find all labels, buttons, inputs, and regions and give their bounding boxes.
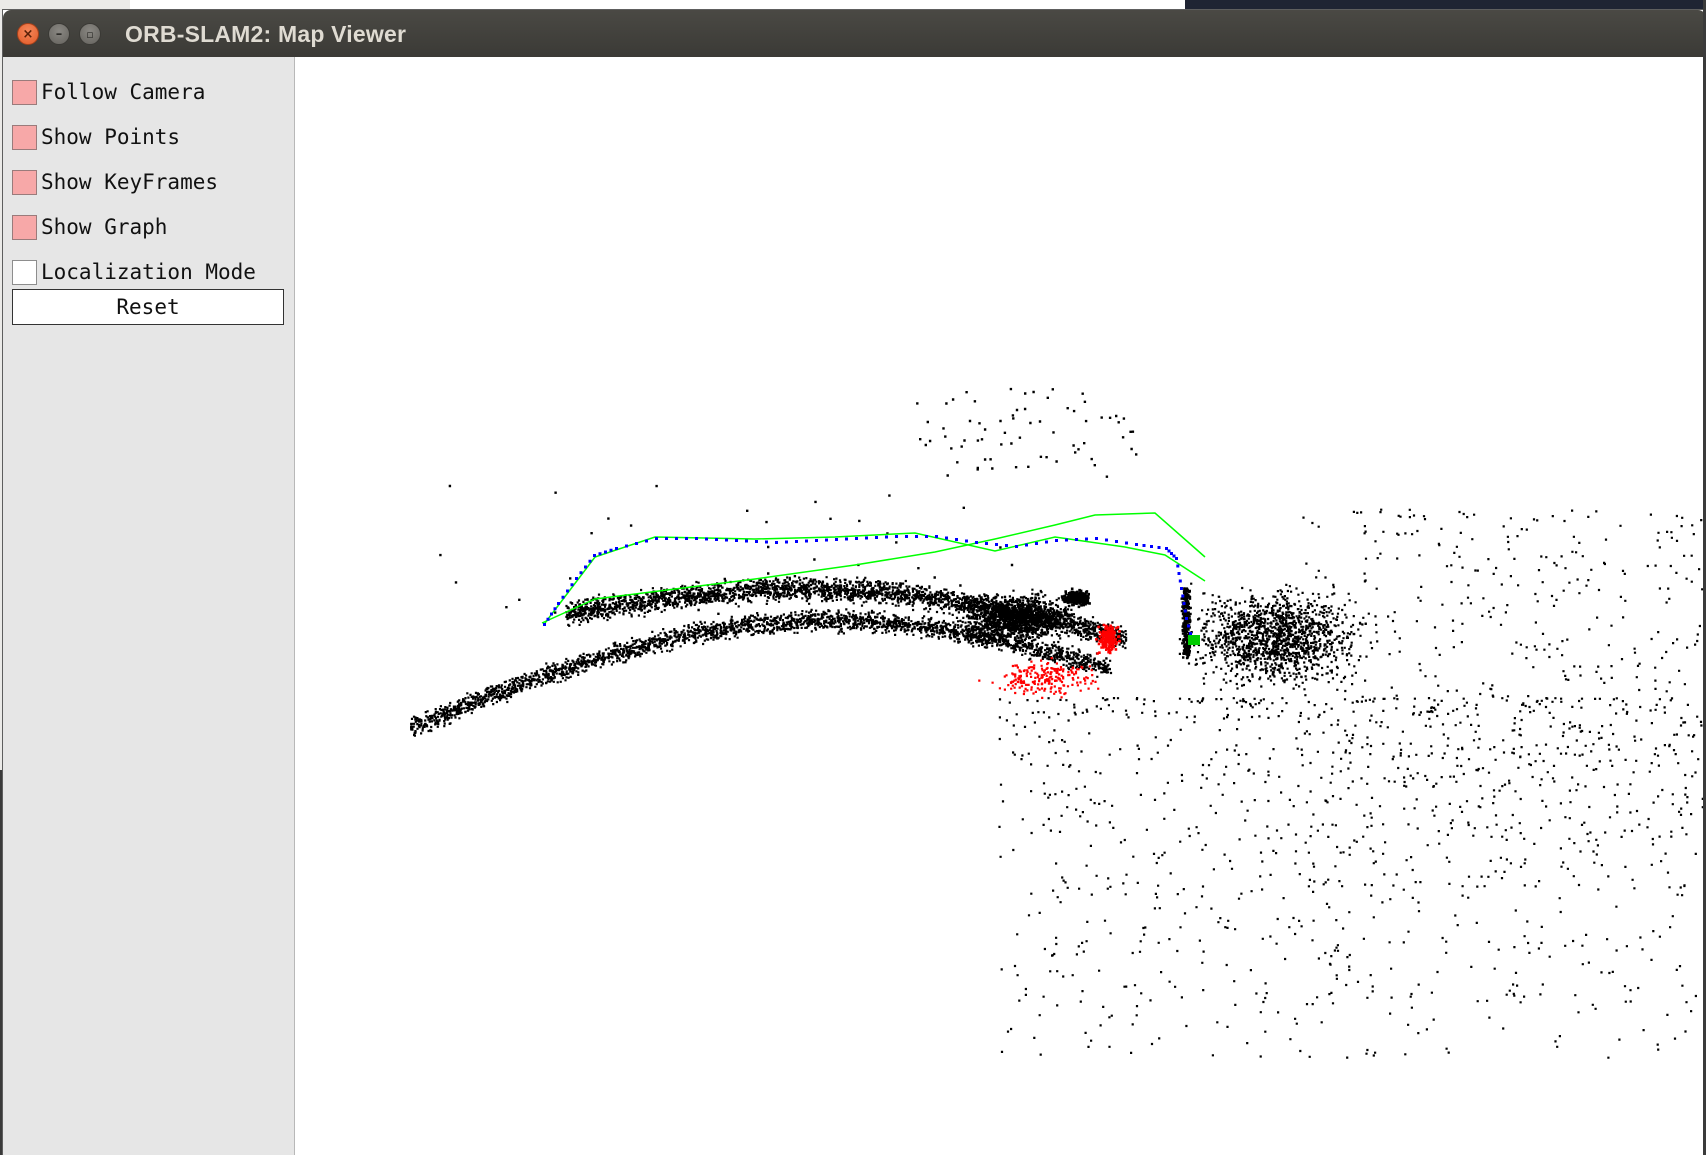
control-panel: Follow Camera Show Points Show KeyFrames…: [3, 57, 295, 1155]
pts-black-path: [916, 387, 1138, 478]
maximize-window-button[interactable]: ▫: [79, 23, 101, 45]
localization-mode-label: Localization Mode: [41, 260, 256, 284]
show-keyframes-label: Show KeyFrames: [41, 170, 219, 194]
localization-mode-toggle[interactable]: Localization Mode: [12, 258, 256, 286]
pts-black-path: [1178, 582, 1379, 697]
maximize-icon: ▫: [86, 27, 94, 41]
reset-button[interactable]: Reset: [12, 289, 284, 325]
follow-camera-toggle[interactable]: Follow Camera: [12, 78, 205, 106]
localization-mode-checkbox[interactable]: [12, 259, 37, 285]
pts-black-path: [1060, 587, 1091, 609]
close-icon: ×: [22, 26, 34, 42]
follow-camera-label: Follow Camera: [41, 80, 206, 104]
window-title: ORB-SLAM2: Map Viewer: [125, 21, 407, 47]
minimize-window-button[interactable]: –: [48, 23, 70, 45]
close-window-button[interactable]: ×: [17, 23, 39, 45]
map-3d-viewport[interactable]: [295, 57, 1706, 1155]
show-graph-label: Show Graph: [41, 215, 168, 239]
title-bar[interactable]: × – ▫ ORB-SLAM2: Map Viewer: [3, 10, 1706, 57]
show-keyframes-checkbox[interactable]: [12, 169, 37, 195]
minimize-icon: –: [55, 26, 63, 42]
map-points: [410, 387, 1706, 1059]
show-keyframes-toggle[interactable]: Show KeyFrames: [12, 168, 218, 196]
show-graph-checkbox[interactable]: [12, 214, 37, 240]
pts-black-path: [1180, 587, 1193, 660]
show-points-checkbox[interactable]: [12, 124, 37, 150]
map-point-cloud: [410, 387, 1706, 1059]
show-points-label: Show Points: [41, 125, 181, 149]
map-viewer-window: × – ▫ ORB-SLAM2: Map Viewer Follow Camer…: [3, 10, 1706, 1155]
show-points-toggle[interactable]: Show Points: [12, 123, 180, 151]
follow-camera-checkbox[interactable]: [12, 79, 37, 105]
current-camera-marker: [1188, 635, 1200, 645]
pts-black-path: [1296, 508, 1706, 867]
show-graph-toggle[interactable]: Show Graph: [12, 213, 167, 241]
